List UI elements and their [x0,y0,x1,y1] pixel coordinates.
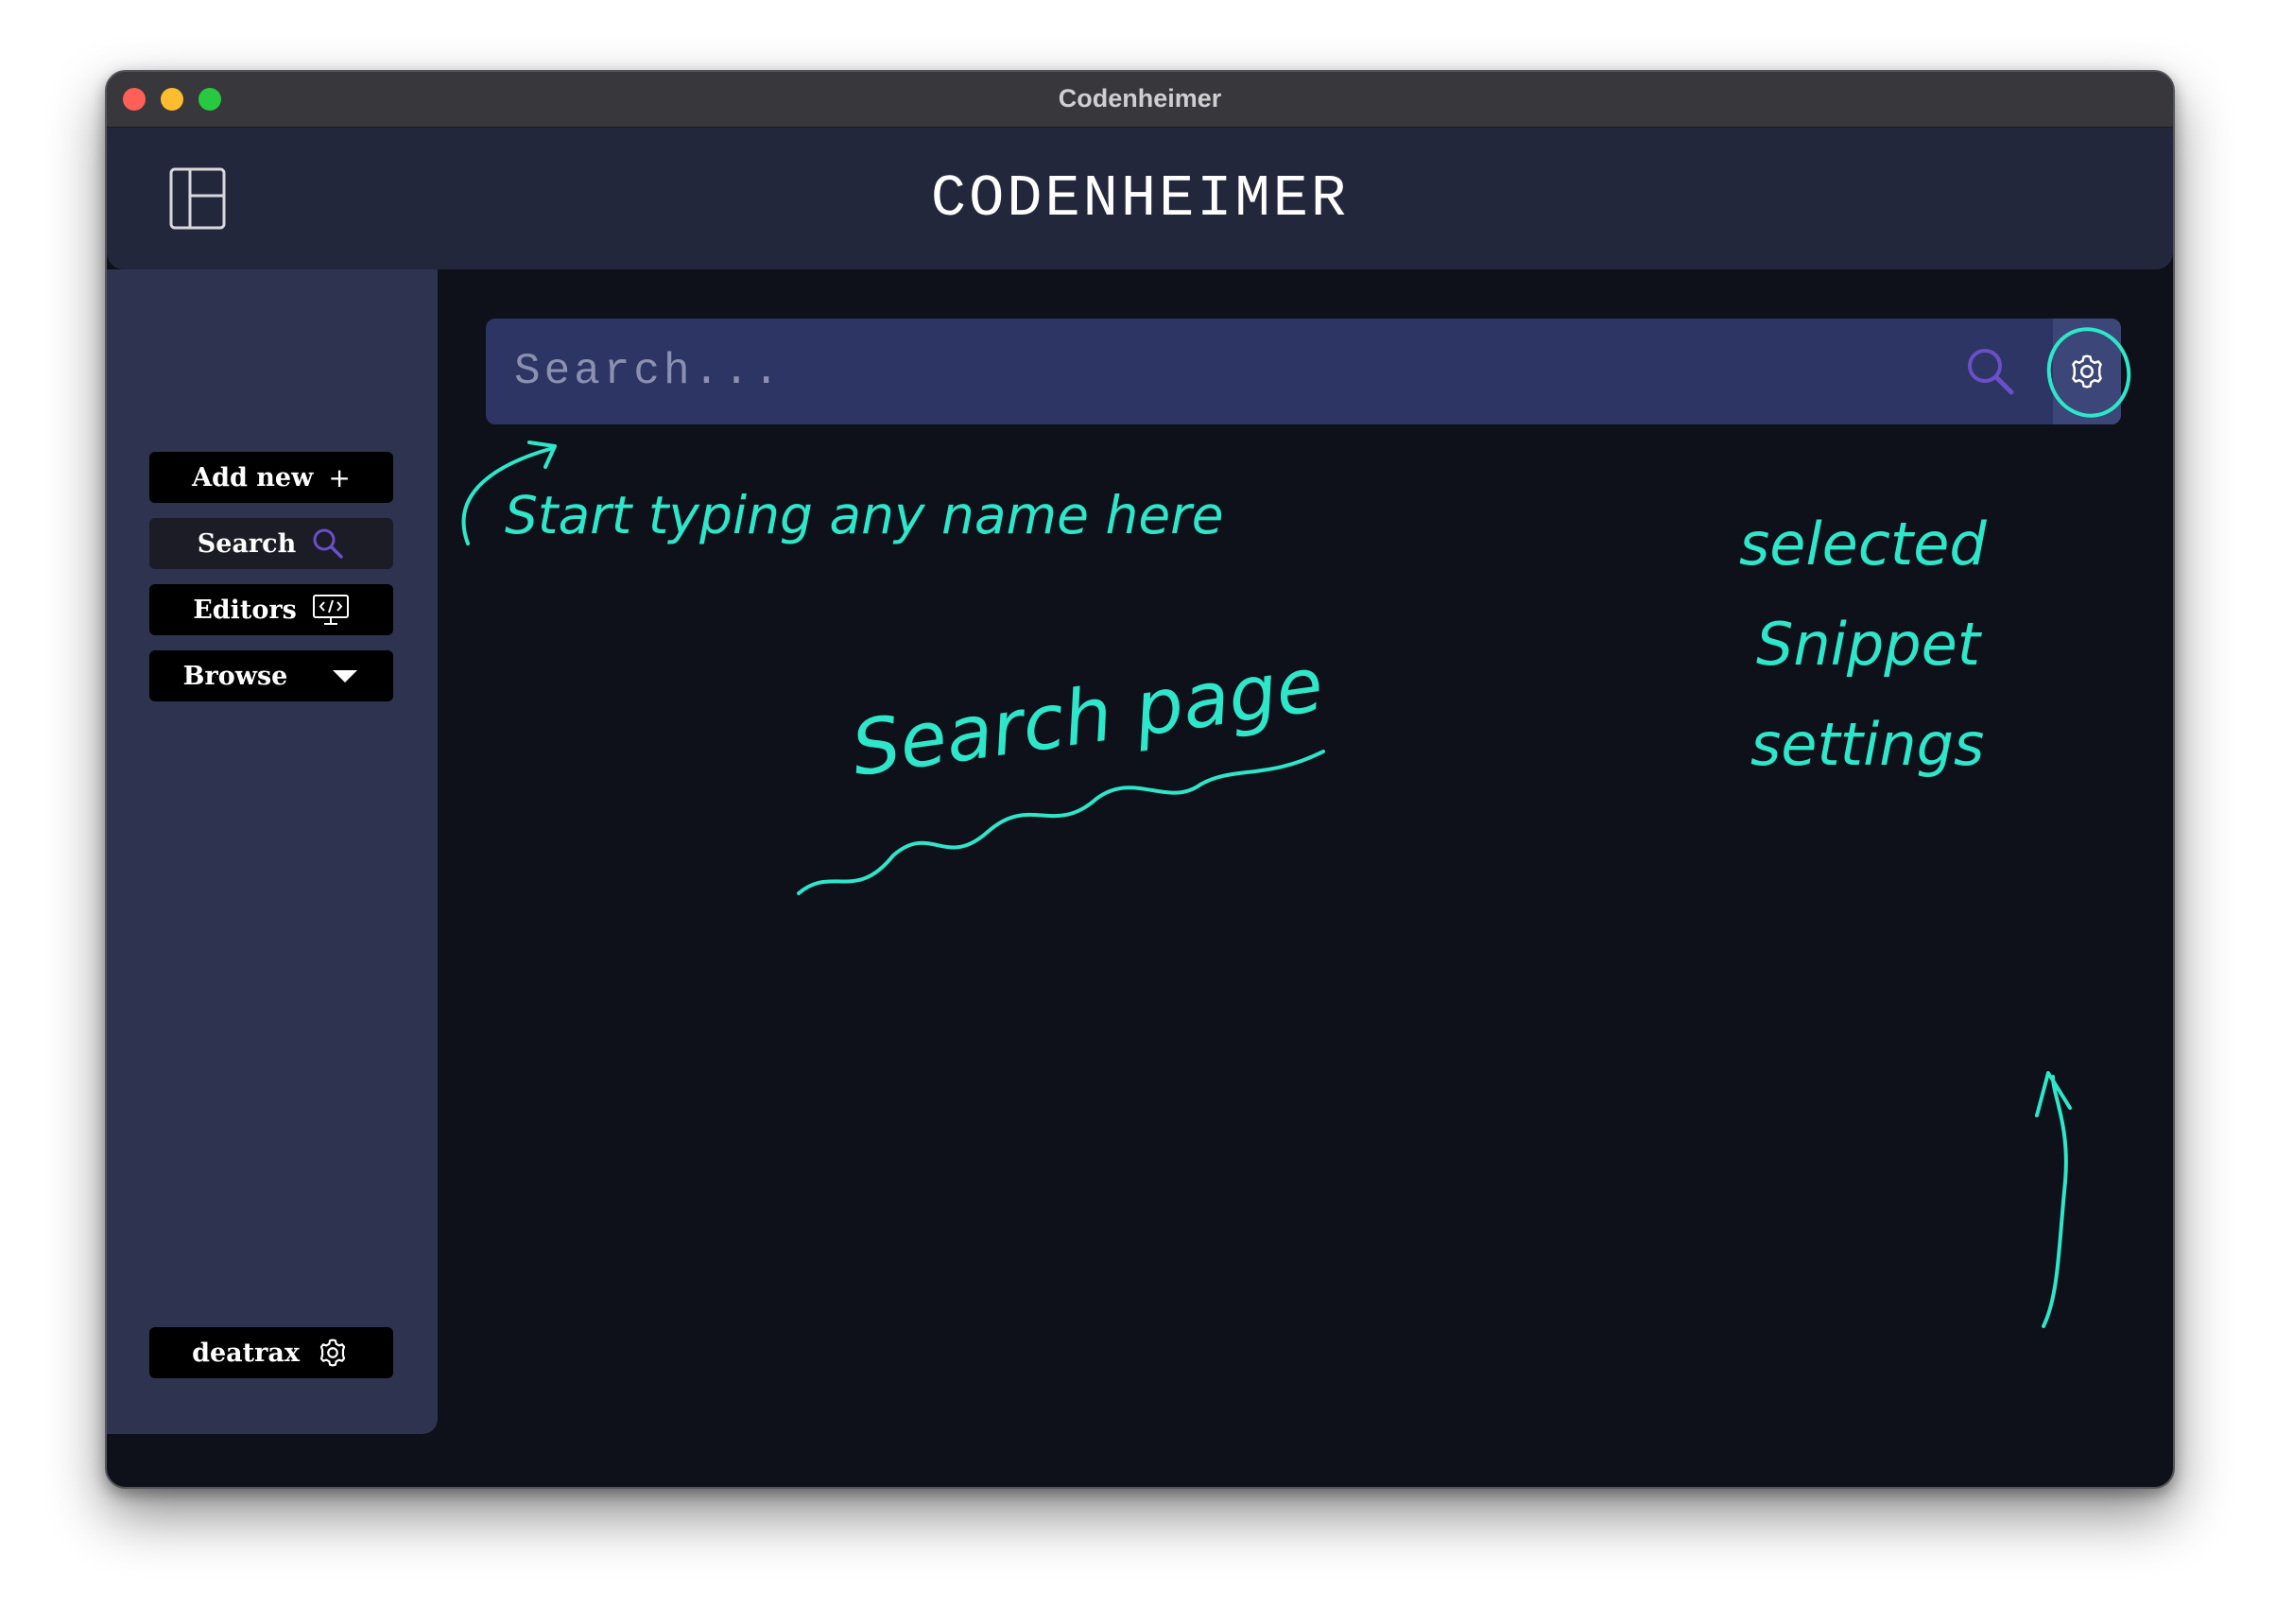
snippet-settings-button[interactable] [2053,319,2121,424]
search-icon[interactable] [1964,345,2017,398]
app-header: CODENHEIMER [107,128,2173,269]
caret-down-icon [331,667,359,684]
add-new-button[interactable]: Add new + [149,452,393,503]
settings-hint-line-1: selected [1739,510,1987,579]
plus-icon: + [328,461,351,493]
search-bar [486,319,2121,424]
sidebar: Add new + Search Editors Browse deatrax [107,269,438,1434]
gear-icon [2065,350,2109,393]
browse-label: Browse [182,661,288,691]
settings-hint-line-2: Snippet [1756,610,1981,679]
window-title: Codenheimer [1058,84,1222,112]
settings-hint-line-3: settings [1750,710,1985,779]
editors-label: Editors [193,595,297,625]
browse-dropdown[interactable]: Browse [149,650,393,701]
app-title: CODENHEIMER [930,165,1350,233]
user-settings-button[interactable]: deatrax [149,1327,393,1378]
search-icon [311,527,345,561]
username-label: deatrax [192,1338,300,1368]
editors-button[interactable]: Editors [149,584,393,635]
search-nav-label: Search [197,528,297,559]
search-input[interactable] [486,319,1960,424]
code-monitor-icon [312,593,350,627]
gear-icon [315,1335,351,1371]
typing-hint-annotation: Start typing any name here [505,485,1224,545]
search-nav-button[interactable]: Search [149,518,393,569]
add-new-label: Add new [192,462,314,492]
title-bar[interactable]: Codenheimer [107,72,2173,128]
